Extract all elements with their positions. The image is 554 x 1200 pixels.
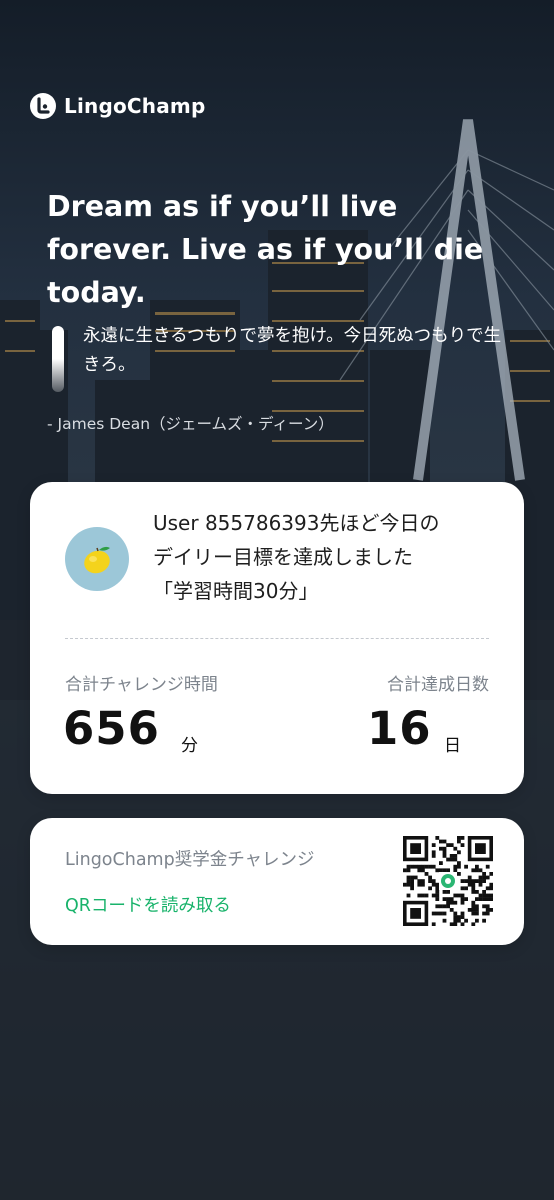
quote-author: - James Dean（ジェームズ・ディーン）	[47, 415, 334, 433]
scholarship-qr-card[interactable]: LingoChamp奨学金チャレンジ QRコードを読み取る	[30, 818, 524, 945]
lemon-icon	[84, 546, 110, 574]
scan-qr-link[interactable]: QRコードを読み取る	[65, 892, 231, 917]
achievement-card: User 855786393先ほど今日の デイリー目標を達成しました 「学習時間…	[30, 482, 524, 794]
achievement-line-1: User 855786393先ほど今日の	[153, 511, 440, 535]
qr-code-icon	[403, 836, 494, 927]
quote-english: Dream as if you’ll live forever. Live as…	[47, 190, 484, 309]
scholarship-title: LingoChamp奨学金チャレンジ	[65, 850, 315, 870]
total-days-value: 16	[367, 702, 432, 755]
total-days-unit: 日	[444, 736, 461, 756]
lingochamp-logo-icon	[30, 93, 56, 119]
app-logo: LingoChamp	[30, 93, 205, 119]
quote-bar-decoration	[52, 326, 64, 392]
total-time-label: 合計チャレンジ時間	[65, 675, 218, 695]
achievement-line-3: 「学習時間30分」	[153, 579, 319, 603]
avatar	[65, 527, 129, 591]
total-time-unit: 分	[181, 736, 198, 756]
dashed-divider	[65, 638, 489, 639]
total-time-value: 656	[63, 702, 160, 755]
quote-japanese: 永遠に生きるつもりで夢を抱け。今日死ぬつもりで生きろ。	[83, 326, 502, 375]
achievement-line-2: デイリー目標を達成しました	[153, 545, 413, 569]
achievement-text: User 855786393先ほど今日の デイリー目標を達成しました 「学習時間…	[153, 506, 503, 608]
total-days-label: 合計達成日数	[387, 675, 489, 695]
app-name: LingoChamp	[64, 94, 206, 118]
